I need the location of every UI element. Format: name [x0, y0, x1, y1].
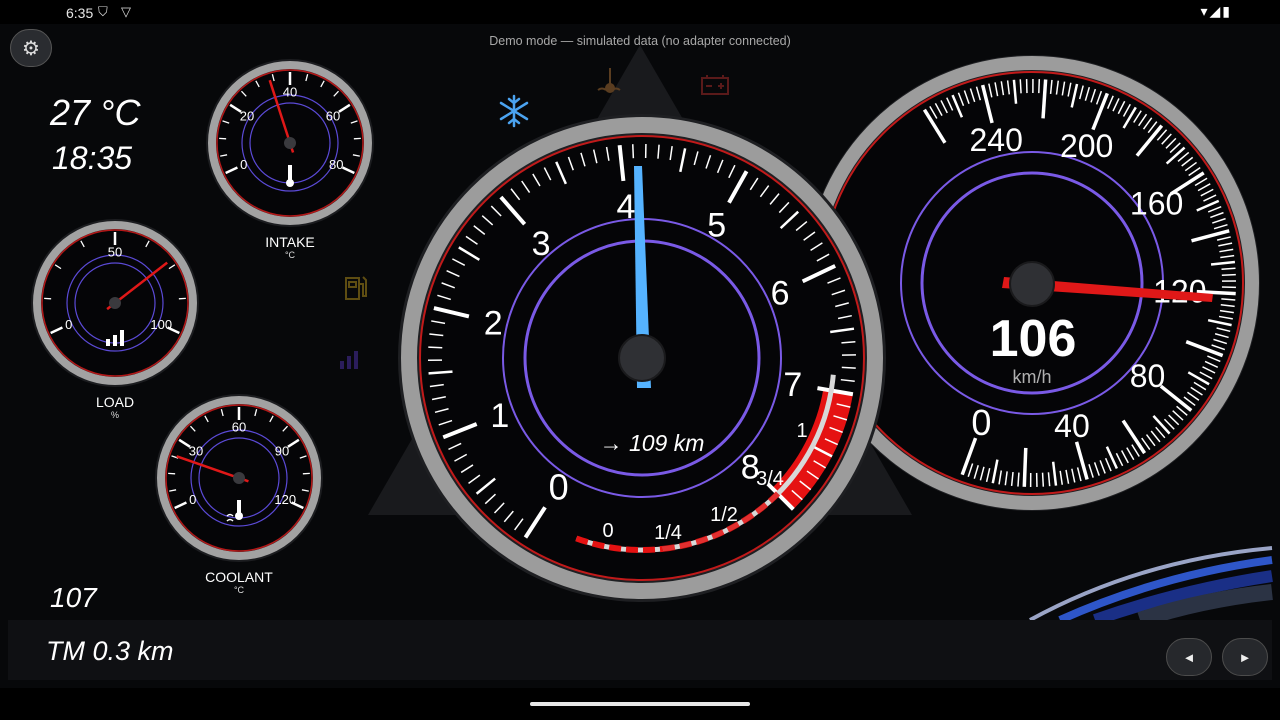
speedometer-tick-label: 40 — [1054, 408, 1090, 444]
signal-bars-icon — [340, 351, 358, 369]
intake-temp-gauge: 0 20 40 60 80 INTAKE°C — [206, 59, 374, 260]
speedometer-minor-tick — [1221, 273, 1236, 276]
tachometer-gauge: 01234 5678 0 1/41/23/41 → 109 km — [398, 114, 886, 602]
speedometer-minor-tick — [1221, 267, 1236, 271]
coolant-temp-warning-icon — [597, 68, 621, 93]
speedometer-minor-tick — [1038, 79, 1041, 94]
tachometer-minor-tick — [841, 366, 856, 369]
speedometer-minor-tick — [1019, 79, 1022, 94]
gauge-unit: °C — [234, 585, 245, 595]
tachometer-minor-tick — [841, 341, 856, 344]
tachometer-mid-tick — [428, 370, 453, 375]
previous-page-button[interactable]: ◄ — [1166, 638, 1212, 676]
tachometer-tick-label: 2 — [484, 305, 503, 343]
fuel-gauge-label: 1 — [796, 420, 807, 442]
gauge-tick-label: 60 — [232, 420, 246, 435]
tachometer-tick-label: 6 — [771, 274, 790, 312]
speedometer-hub — [1009, 261, 1055, 307]
speedometer-tick-label: 160 — [1130, 186, 1183, 222]
snowflake-icon — [499, 94, 529, 128]
tachometer-tick-label: 5 — [707, 207, 726, 245]
gauge-tick-label: 40 — [283, 85, 297, 100]
fuel-gauge-label: 1/2 — [710, 504, 738, 526]
tachometer-tick-label: 7 — [783, 366, 802, 404]
arrow-right-icon: ► — [1238, 649, 1252, 665]
gauge-tick-label: 0 — [189, 492, 196, 507]
dashboard-canvas: 0 4080120160200240 106 km/h 01234 5678 0 1/… — [31, 45, 1273, 628]
coolant-temp-gauge: 0 30 60 90 120 COOLANT°C — [155, 394, 323, 595]
range-readout: → 109 km — [600, 430, 705, 456]
next-page-button[interactable]: ► — [1222, 638, 1268, 676]
decorative-swoosh — [1029, 546, 1273, 628]
tachometer-tick-label: 4 — [617, 188, 636, 226]
speedometer-tick-label: 200 — [1060, 128, 1113, 164]
outside-temperature: 27 °C — [50, 92, 141, 133]
gauge-title: LOAD — [96, 394, 134, 410]
gauge-unit: °C — [285, 250, 296, 260]
speedometer-tick-label: 80 — [1130, 358, 1166, 394]
battery-warning-icon — [701, 75, 729, 95]
gauge-tick-label: 0 — [240, 157, 247, 172]
speed-readout: 106 — [990, 310, 1077, 368]
tachometer-minor-tick — [428, 346, 443, 349]
home-gesture-handle[interactable] — [530, 702, 750, 706]
fuel-gauge-label: 3/4 — [756, 468, 784, 490]
gauge-title: INTAKE — [265, 234, 315, 250]
gauge-unit: % — [111, 410, 119, 420]
gauge-hub — [233, 472, 245, 484]
speedometer-minor-tick — [1017, 472, 1020, 487]
gauge-title: COOLANT — [205, 569, 273, 585]
gauge-hub — [109, 297, 121, 309]
fuel-pump-icon — [345, 276, 367, 300]
gauge-tick-label: 0 — [65, 317, 72, 332]
gauge-tick-label: 50 — [108, 245, 122, 260]
tachometer-minor-tick — [632, 144, 635, 159]
speedometer-tick-label: 240 — [970, 122, 1023, 158]
tachometer-tick-label: 3 — [532, 225, 551, 263]
odometer-readout: 107 — [50, 582, 97, 613]
gauge-tick-label: 20 — [240, 108, 254, 123]
gauge-hub — [284, 137, 296, 149]
clock: 18:35 — [52, 140, 133, 176]
speedometer-major-tick — [1022, 447, 1028, 487]
fuel-gauge-label: 1/4 — [654, 522, 682, 544]
gauge-tick-label: 80 — [329, 157, 343, 172]
gauge-tick-label: 60 — [326, 108, 340, 123]
gauge-tick-label: 30 — [189, 443, 203, 458]
speedometer-minor-tick — [1041, 472, 1045, 487]
speed-unit: km/h — [1012, 367, 1051, 387]
fuel-gauge-label: 0 — [602, 520, 613, 542]
tachometer-hub — [618, 334, 666, 382]
bottom-bar — [8, 620, 1272, 680]
tachometer-tick-label: 1 — [490, 397, 509, 435]
gauge-tick-label: 100 — [150, 317, 172, 332]
gauge-tick-label: 90 — [275, 443, 289, 458]
trip-meter: TM 0.3 km — [46, 636, 174, 666]
arrow-left-icon: ◄ — [1182, 649, 1196, 665]
speedometer-tick-label: 0 — [971, 402, 991, 443]
tachometer-tick-label: 0 — [549, 466, 569, 507]
demo-mode-banner: Demo mode — simulated data (no adapter c… — [489, 34, 791, 48]
gauge-tick-label: 120 — [274, 492, 296, 507]
engine-load-gauge: 0 50 100 LOAD% — [31, 219, 199, 420]
